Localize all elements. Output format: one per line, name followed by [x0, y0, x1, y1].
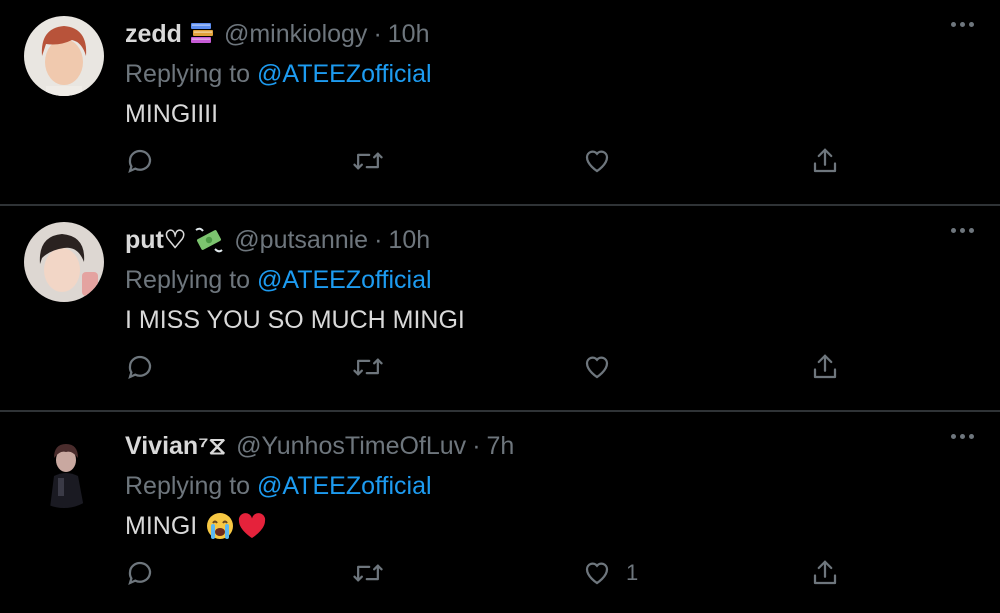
- tweet[interactable]: Vivian⁷⧖ @YunhosTimeOfLuv · 7h Replying …: [0, 412, 1000, 613]
- reply-mention-link[interactable]: @ATEEZofficial: [257, 472, 432, 500]
- avatar[interactable]: [24, 222, 104, 302]
- reply-icon: [128, 355, 152, 380]
- like-button[interactable]: 1: [582, 558, 638, 588]
- loudly-crying-face-emoji-icon: [205, 511, 235, 541]
- more-options-icon[interactable]: [951, 434, 974, 439]
- share-icon: [813, 560, 837, 585]
- reply-mention-link[interactable]: @ATEEZofficial: [257, 60, 432, 88]
- tweet-text-content: MINGIIII: [125, 100, 219, 128]
- like-count: 1: [626, 560, 639, 585]
- retweet-icon: [353, 358, 383, 376]
- tweet-actions: [125, 352, 1000, 388]
- replying-to-label: Replying to: [125, 266, 251, 294]
- reply-mention-link[interactable]: @ATEEZofficial: [257, 266, 432, 294]
- retweet-button[interactable]: [352, 558, 384, 588]
- avatar-image-icon: [24, 222, 104, 302]
- reply-button[interactable]: [125, 352, 155, 382]
- heart-icon: [585, 562, 609, 585]
- more-options-icon[interactable]: [951, 22, 974, 27]
- retweet-icon: [353, 564, 383, 582]
- tweet-text-content: I MISS YOU SO MUCH MINGI: [125, 306, 465, 334]
- tweet[interactable]: zedd @minkiology · 10h Replying to @ATEE…: [0, 0, 1000, 206]
- retweet-icon: [353, 152, 383, 170]
- tweet-text: I MISS YOU SO MUCH MINGI: [125, 300, 960, 340]
- heart-icon: [585, 150, 609, 173]
- share-button[interactable]: [810, 352, 840, 382]
- replying-to-line: Replying to @ATEEZofficial: [125, 260, 960, 300]
- timestamp[interactable]: 10h: [388, 20, 430, 49]
- books-emoji-icon: [190, 21, 214, 47]
- replying-to-line: Replying to @ATEEZofficial: [125, 54, 960, 94]
- like-button[interactable]: [582, 146, 626, 176]
- tweet-text: MINGI: [125, 506, 960, 546]
- timestamp[interactable]: 10h: [388, 226, 430, 255]
- replying-to-label: Replying to: [125, 472, 251, 500]
- avatar-image-icon: [24, 428, 104, 508]
- more-options-icon[interactable]: [951, 228, 974, 233]
- replying-to-label: Replying to: [125, 60, 251, 88]
- tweet[interactable]: put♡ @putsannie · 10h Replying to @ATEEZ…: [0, 206, 1000, 412]
- retweet-button[interactable]: [352, 146, 384, 176]
- avatar[interactable]: [24, 428, 104, 508]
- tweet-text: MINGIIII: [125, 94, 960, 134]
- money-with-wings-emoji-icon: [194, 226, 224, 254]
- retweet-button[interactable]: [352, 352, 384, 382]
- avatar-image-icon: [24, 16, 104, 96]
- separator-dot: ·: [374, 225, 383, 254]
- separator-dot: ·: [472, 431, 481, 460]
- tweet-actions: 1: [125, 558, 1000, 594]
- heart-icon: [585, 356, 609, 379]
- avatar[interactable]: [24, 16, 104, 96]
- display-name[interactable]: put♡: [125, 225, 186, 255]
- display-name[interactable]: zedd: [125, 20, 182, 49]
- reply-button[interactable]: [125, 558, 155, 588]
- tweet-actions: [125, 146, 1000, 182]
- display-name[interactable]: Vivian⁷⧖: [125, 432, 226, 461]
- like-button[interactable]: [582, 352, 626, 382]
- reply-icon: [128, 561, 152, 586]
- red-heart-emoji-icon: [237, 512, 267, 540]
- timestamp[interactable]: 7h: [487, 432, 515, 461]
- separator-dot: ·: [373, 19, 382, 48]
- user-handle[interactable]: @YunhosTimeOfLuv: [236, 432, 466, 461]
- tweet-text-content: MINGI: [125, 512, 198, 540]
- user-handle[interactable]: @minkiology: [224, 20, 367, 49]
- share-icon: [813, 148, 837, 173]
- reply-icon: [128, 149, 152, 174]
- user-handle[interactable]: @putsannie: [234, 226, 368, 255]
- replying-to-line: Replying to @ATEEZofficial: [125, 466, 960, 506]
- share-button[interactable]: [810, 146, 840, 176]
- reply-button[interactable]: [125, 146, 155, 176]
- share-button[interactable]: [810, 558, 840, 588]
- share-icon: [813, 354, 837, 379]
